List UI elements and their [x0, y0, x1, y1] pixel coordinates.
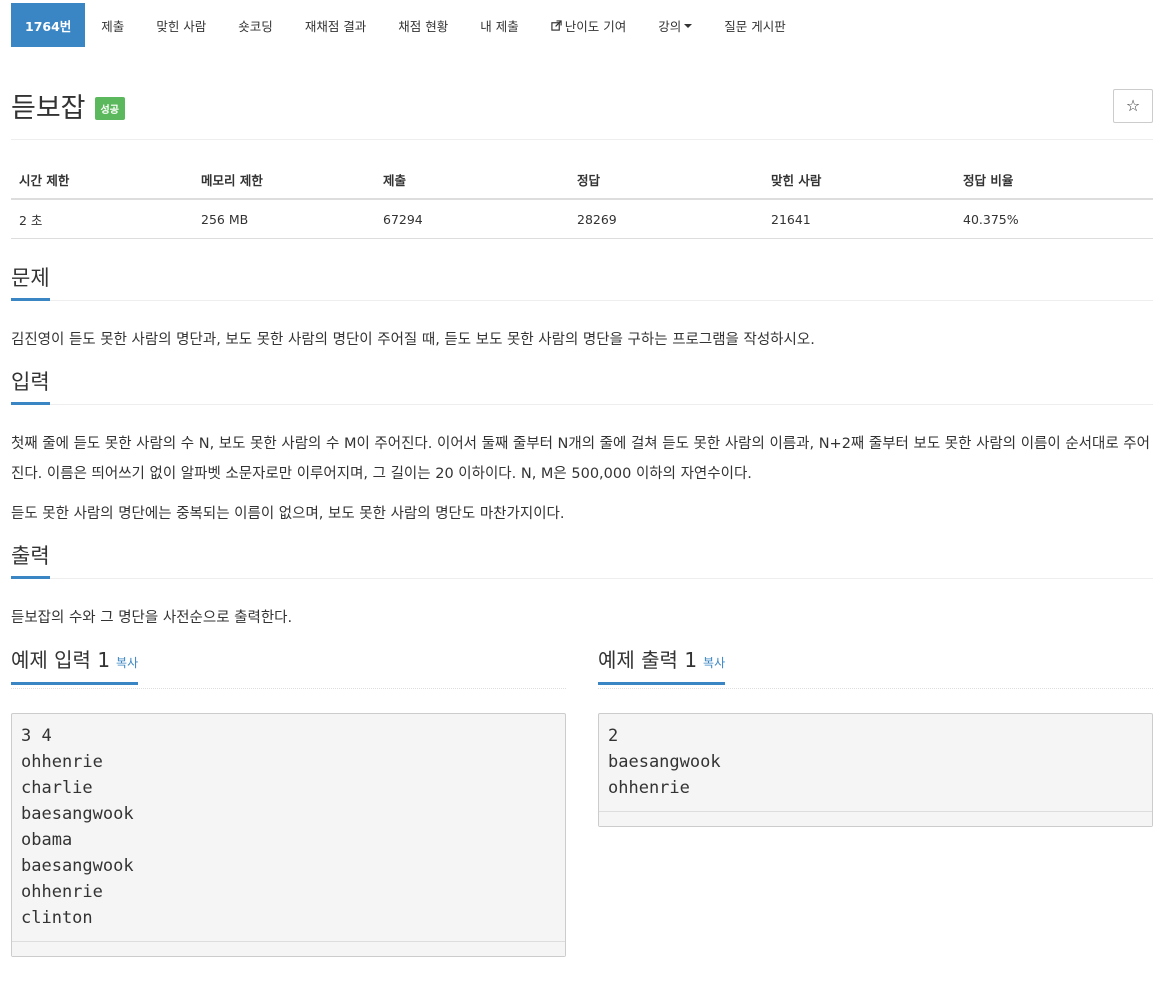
description-text: 김진영이 듣도 못한 사람의 명단과, 보도 못한 사람의 명단이 주어질 때,…	[11, 332, 815, 348]
input-body: 첫째 줄에 듣도 못한 사람의 수 N, 보도 못한 사람의 수 M이 주어진다…	[11, 429, 1153, 529]
accept-ratio-value: 40.375%	[955, 199, 1153, 239]
header-accepted: 정답	[569, 160, 763, 200]
external-link-icon	[551, 19, 562, 31]
header-time-limit: 시간 제한	[11, 160, 193, 200]
header-memory-limit: 메모리 제한	[193, 160, 375, 200]
nav-label: 난이도 기여	[564, 18, 627, 34]
sample-output-heading: 예제 출력 1 복사	[598, 649, 1153, 689]
accepted-value: 28269	[569, 199, 763, 239]
submissions-value: 67294	[375, 199, 569, 239]
nav-problem-number[interactable]: 1764번	[11, 3, 86, 47]
problem-title: 듣보잡	[11, 93, 86, 124]
nav-my-submissions[interactable]: 내 제출	[464, 3, 534, 47]
status-badge: 성공	[94, 97, 125, 120]
caret-down-icon	[684, 24, 693, 28]
time-limit-value: 2 초	[11, 199, 193, 239]
description-body: 김진영이 듣도 못한 사람의 명단과, 보도 못한 사람의 명단이 주어질 때,…	[11, 325, 1153, 355]
description-heading: 문제	[11, 265, 1153, 301]
header-accept-ratio: 정답 비율	[955, 160, 1153, 200]
section-title-input: 입력	[11, 369, 50, 405]
nav-short-coding[interactable]: 숏코딩	[222, 3, 289, 47]
section-title-description: 문제	[11, 265, 50, 301]
nav-question-board[interactable]: 질문 게시판	[708, 3, 801, 47]
nav-label: 제출	[101, 18, 125, 34]
nav-submit[interactable]: 제출	[85, 3, 140, 47]
output-body: 듣보잡의 수와 그 명단을 사전순으로 출력한다.	[11, 603, 1153, 633]
sample-input-panel: 예제 입력 1 복사 3 4 ohhenrie charlie baesangwo…	[11, 649, 566, 957]
output-heading: 출력	[11, 543, 1153, 579]
problem-nav: 1764번 제출 맞힌 사람 숏코딩 재채점 결과 채점 현황 내 제출 난이도…	[11, 2, 1153, 48]
nav-label: 재채점 결과	[304, 18, 367, 34]
input-text-2: 듣도 못한 사람의 명단에는 중복되는 이름이 없으며, 보도 못한 사람의 명…	[11, 506, 565, 522]
sample-input-title-text: 예제 입력 1	[11, 648, 111, 672]
header-submissions: 제출	[375, 160, 569, 200]
nav-label: 1764번	[25, 18, 72, 34]
star-icon: ☆	[1125, 96, 1141, 115]
output-text: 듣보잡의 수와 그 명단을 사전순으로 출력한다.	[11, 610, 293, 626]
memory-limit-value: 256 MB	[193, 199, 375, 239]
sample-input-heading: 예제 입력 1 복사	[11, 649, 566, 689]
nav-label: 채점 현황	[398, 18, 449, 34]
nav-rejudge-results[interactable]: 재채점 결과	[289, 3, 382, 47]
problem-info-table: 시간 제한 메모리 제한 제출 정답 맞힌 사람 정답 비율 2 초 256 M…	[11, 160, 1153, 239]
section-title-output: 출력	[11, 543, 50, 579]
sample-output-panel: 예제 출력 1 복사 2 baesangwook ohhenrie	[598, 649, 1153, 957]
samples-row: 예제 입력 1 복사 3 4 ohhenrie charlie baesangwo…	[11, 649, 1153, 957]
input-text-1: 첫째 줄에 듣도 못한 사람의 수 N, 보도 못한 사람의 수 M이 주어진다…	[11, 436, 1150, 482]
solved-users-value: 21641	[763, 199, 955, 239]
input-heading: 입력	[11, 369, 1153, 405]
nav-label: 질문 게시판	[724, 18, 786, 34]
header-solved-users: 맞힌 사람	[763, 160, 955, 200]
nav-lectures-dropdown[interactable]: 강의	[642, 3, 708, 47]
table-row: 2 초 256 MB 67294 28269 21641 40.375%	[11, 199, 1153, 239]
problem-header: 듣보잡 성공 ☆	[11, 86, 1153, 140]
nav-solved-users[interactable]: 맞힌 사람	[140, 3, 222, 47]
nav-label: 맞힌 사람	[156, 18, 207, 34]
sample-output-data: 2 baesangwook ohhenrie	[598, 713, 1153, 827]
copy-sample-input-link[interactable]: 복사	[116, 656, 138, 670]
nav-judge-status[interactable]: 채점 현황	[382, 3, 464, 47]
sample-output-title-text: 예제 출력 1	[598, 648, 698, 672]
sample-output-title: 예제 출력 1 복사	[598, 648, 726, 685]
sample-input-title: 예제 입력 1 복사	[11, 648, 139, 685]
favorite-star-button[interactable]: ☆	[1113, 88, 1153, 123]
sample-input-data: 3 4 ohhenrie charlie baesangwook obama b…	[11, 713, 566, 957]
nav-label: 강의	[658, 18, 682, 34]
nav-difficulty-contribution[interactable]: 난이도 기여	[535, 3, 642, 47]
copy-sample-output-link[interactable]: 복사	[703, 656, 725, 670]
nav-label: 숏코딩	[238, 18, 273, 34]
table-header-row: 시간 제한 메모리 제한 제출 정답 맞힌 사람 정답 비율	[11, 160, 1153, 200]
nav-label: 내 제출	[480, 18, 519, 34]
